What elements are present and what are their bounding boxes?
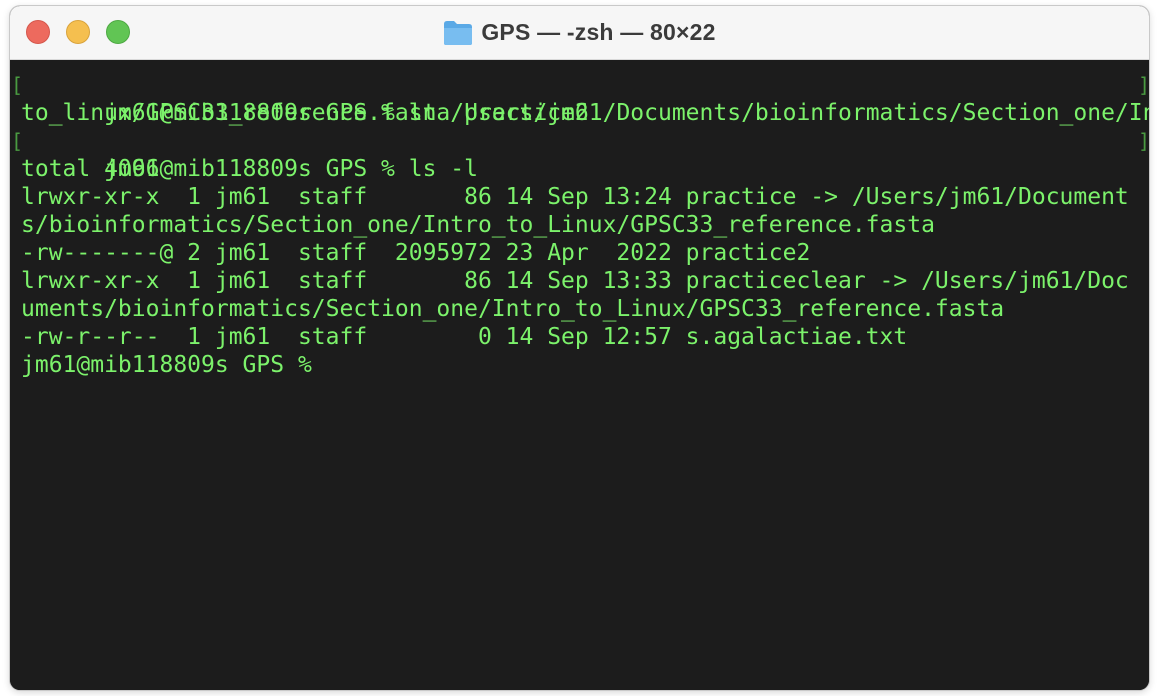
command-line-text: to_linux/GPSC33_reference.fasta practice… [21,100,589,126]
terminal-line: -rw-------@ 2 jm61 staff 2095972 23 Apr … [21,239,1149,267]
terminal-line: uments/bioinformatics/Section_one/Intro_… [21,295,1149,323]
folder-icon [443,20,473,46]
title-bar[interactable]: GPS — -zsh — 80×22 [10,6,1149,60]
command-mark-open: [ [11,129,24,153]
terminal-line: to_linux/GPSC33_reference.fasta practice… [21,99,1149,127]
terminal-line: -rw-r--r-- 1 jm61 staff 0 14 Sep 12:57 s… [21,323,1149,351]
output-line-text: lrwxr-xr-x 1 jm61 staff 86 14 Sep 13:24 … [21,184,1129,210]
window-title: GPS — -zsh — 80×22 [481,19,716,45]
window-title-group: GPS — -zsh — 80×22 [10,6,1149,59]
output-line-text: total 4096 [21,156,160,182]
output-line-text: lrwxr-xr-x 1 jm61 staff 86 14 Sep 13:33 … [21,268,1129,294]
terminal-line: s/bioinformatics/Section_one/Intro_to_Li… [21,211,1149,239]
command-mark-open: [ [11,73,24,97]
terminal-window: GPS — -zsh — 80×22 [jm61@mib118809s GPS … [10,6,1149,690]
terminal-line: lrwxr-xr-x 1 jm61 staff 86 14 Sep 13:33 … [21,267,1149,295]
terminal-line: lrwxr-xr-x 1 jm61 staff 86 14 Sep 13:24 … [21,183,1149,211]
terminal-line: jm61@mib118809s GPS % [21,351,1149,379]
command-mark-close: ] [1138,129,1149,153]
output-line-text: -rw-------@ 2 jm61 staff 2095972 23 Apr … [21,240,811,266]
terminal-line: total 4096 [21,155,1149,183]
command-mark-close: ] [1138,73,1149,97]
output-line-text: s/bioinformatics/Section_one/Intro_to_Li… [21,212,935,238]
output-line-text: uments/bioinformatics/Section_one/Intro_… [21,296,1005,322]
prompt-line-text: jm61@mib118809s GPS % [21,352,312,378]
terminal-output[interactable]: [jm61@mib118809s GPS % ln /Users/jm61/Do… [10,60,1149,690]
output-line-text: -rw-r--r-- 1 jm61 staff 0 14 Sep 12:57 s… [21,324,908,350]
terminal-line: [jm61@mib118809s GPS % ls -l] [11,127,1149,182]
terminal-line: [jm61@mib118809s GPS % ln /Users/jm61/Do… [11,71,1149,126]
